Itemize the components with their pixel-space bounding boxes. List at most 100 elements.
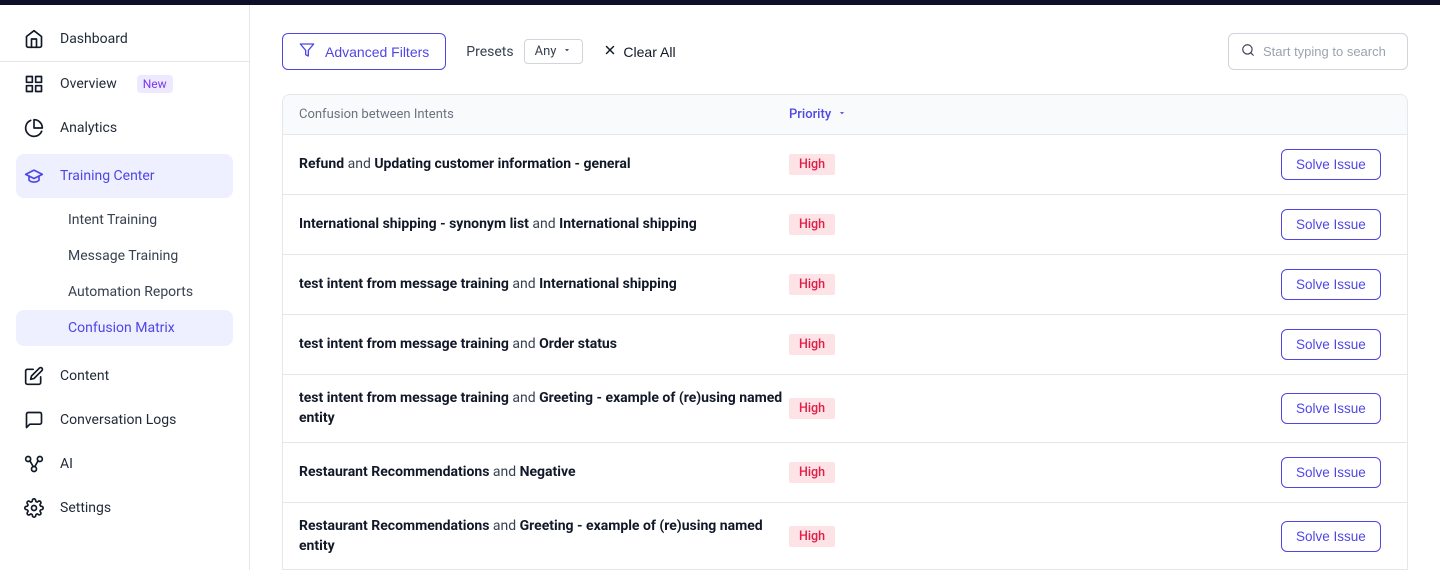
intent-b: Updating customer information - general <box>374 156 630 172</box>
advanced-filters-label: Advanced Filters <box>325 44 429 60</box>
sidebar-item-label: Training Center <box>60 168 155 184</box>
table-row: Refund and Updating customer information… <box>283 134 1407 194</box>
chat-icon <box>24 410 44 430</box>
sidebar-item-overview[interactable]: Overview New <box>0 62 249 106</box>
intent-a: test intent from message training <box>299 276 509 292</box>
table-row: test intent from message training and Gr… <box>283 374 1407 442</box>
sidebar-item-content[interactable]: Content <box>0 354 249 398</box>
table-row: test intent from message training and In… <box>283 254 1407 314</box>
intent-b: International shipping <box>559 216 697 232</box>
sidebar-item-label: Content <box>60 368 109 384</box>
cell-confusion: International shipping - synonym list an… <box>299 215 789 235</box>
sidebar: Dashboard Overview New Analytics Trainin… <box>0 5 250 570</box>
sidebar-item-conversation-logs[interactable]: Conversation Logs <box>0 398 249 442</box>
clear-all-button[interactable]: Clear All <box>603 43 675 60</box>
sidebar-item-settings[interactable]: Settings <box>0 486 249 530</box>
sort-desc-icon <box>837 107 847 122</box>
cell-priority: High <box>789 462 909 483</box>
solve-issue-button[interactable]: Solve Issue <box>1281 329 1381 360</box>
solve-issue-button[interactable]: Solve Issue <box>1281 149 1381 180</box>
cell-confusion: test intent from message training and Or… <box>299 335 789 355</box>
priority-badge: High <box>789 154 835 175</box>
table-row: International shipping - synonym list an… <box>283 194 1407 254</box>
cell-confusion: test intent from message training and In… <box>299 275 789 295</box>
presets-value: Any <box>535 44 557 59</box>
sidebar-item-dashboard[interactable]: Dashboard <box>0 17 249 62</box>
table-row: Restaurant Recommendations and NegativeH… <box>283 442 1407 502</box>
sidebar-item-label: AI <box>60 456 73 472</box>
conjunction: and <box>489 518 519 534</box>
priority-badge: High <box>789 526 835 547</box>
solve-issue-button[interactable]: Solve Issue <box>1281 457 1381 488</box>
cell-action: Solve Issue <box>1281 329 1391 360</box>
edit-icon <box>24 366 44 386</box>
sidebar-item-analytics[interactable]: Analytics <box>0 106 249 150</box>
sidebar-sub-label: Automation Reports <box>68 284 193 300</box>
table-body: Refund and Updating customer information… <box>283 134 1407 570</box>
clear-all-label: Clear All <box>623 44 675 60</box>
conjunction: and <box>509 390 539 406</box>
sidebar-item-ai[interactable]: AI <box>0 442 249 486</box>
table: Confusion between Intents Priority Refun… <box>282 94 1408 570</box>
network-icon <box>24 454 44 474</box>
cell-action: Solve Issue <box>1281 457 1391 488</box>
toolbar: Advanced Filters Presets Any Clear All <box>282 33 1408 70</box>
sidebar-item-training-center[interactable]: Training Center <box>16 154 233 198</box>
intent-b: Negative <box>520 464 576 480</box>
solve-issue-button[interactable]: Solve Issue <box>1281 209 1381 240</box>
conjunction: and <box>344 156 374 172</box>
layout: Dashboard Overview New Analytics Trainin… <box>0 5 1440 570</box>
intent-a: test intent from message training <box>299 336 509 352</box>
intent-b: Order status <box>539 336 617 352</box>
advanced-filters-button[interactable]: Advanced Filters <box>282 33 446 70</box>
priority-badge: High <box>789 214 835 235</box>
cell-priority: High <box>789 526 909 547</box>
cell-confusion: Refund and Updating customer information… <box>299 155 789 175</box>
cell-priority: High <box>789 154 909 175</box>
gear-icon <box>24 498 44 518</box>
sidebar-sub-automation-reports[interactable]: Automation Reports <box>0 274 249 310</box>
cell-confusion: Restaurant Recommendations and Negative <box>299 463 789 483</box>
cell-confusion: Restaurant Recommendations and Greeting … <box>299 517 789 556</box>
column-header-priority[interactable]: Priority <box>789 107 909 122</box>
grid-icon <box>24 74 44 94</box>
pie-chart-icon <box>24 118 44 138</box>
table-row: test intent from message training and Or… <box>283 314 1407 374</box>
presets-select[interactable]: Any <box>524 39 584 64</box>
sidebar-sub-confusion-matrix[interactable]: Confusion Matrix <box>16 310 233 346</box>
cell-priority: High <box>789 398 909 419</box>
sidebar-sub-label: Message Training <box>68 248 178 264</box>
cell-action: Solve Issue <box>1281 269 1391 300</box>
sidebar-sub-message-training[interactable]: Message Training <box>0 238 249 274</box>
cell-priority: High <box>789 214 909 235</box>
cell-priority: High <box>789 334 909 355</box>
search-input[interactable] <box>1263 44 1395 59</box>
search-box[interactable] <box>1228 33 1408 70</box>
solve-issue-button[interactable]: Solve Issue <box>1281 393 1381 424</box>
column-header-confusion: Confusion between Intents <box>299 107 789 122</box>
sidebar-sub-label: Intent Training <box>68 212 157 228</box>
priority-badge: High <box>789 334 835 355</box>
intent-b: International shipping <box>539 276 677 292</box>
priority-badge: High <box>789 398 835 419</box>
sidebar-sub-intent-training[interactable]: Intent Training <box>0 202 249 238</box>
solve-issue-button[interactable]: Solve Issue <box>1281 269 1381 300</box>
cell-priority: High <box>789 274 909 295</box>
conjunction: and <box>509 276 539 292</box>
conjunction: and <box>489 464 519 480</box>
chevron-down-icon <box>562 44 572 59</box>
filter-icon <box>299 42 315 61</box>
intent-a: International shipping - synonym list <box>299 216 529 232</box>
cell-action: Solve Issue <box>1281 149 1391 180</box>
table-row: Restaurant Recommendations and Greeting … <box>283 502 1407 570</box>
sidebar-item-label: Analytics <box>60 120 117 136</box>
presets: Presets Any <box>466 39 583 64</box>
cell-confusion: test intent from message training and Gr… <box>299 389 789 428</box>
solve-issue-button[interactable]: Solve Issue <box>1281 521 1381 552</box>
cell-action: Solve Issue <box>1281 393 1391 424</box>
intent-a: Refund <box>299 156 344 172</box>
priority-header-label: Priority <box>789 107 831 122</box>
sidebar-sub: Intent Training Message Training Automat… <box>0 202 249 346</box>
home-icon <box>24 29 44 49</box>
sidebar-item-label: Overview <box>60 76 117 92</box>
